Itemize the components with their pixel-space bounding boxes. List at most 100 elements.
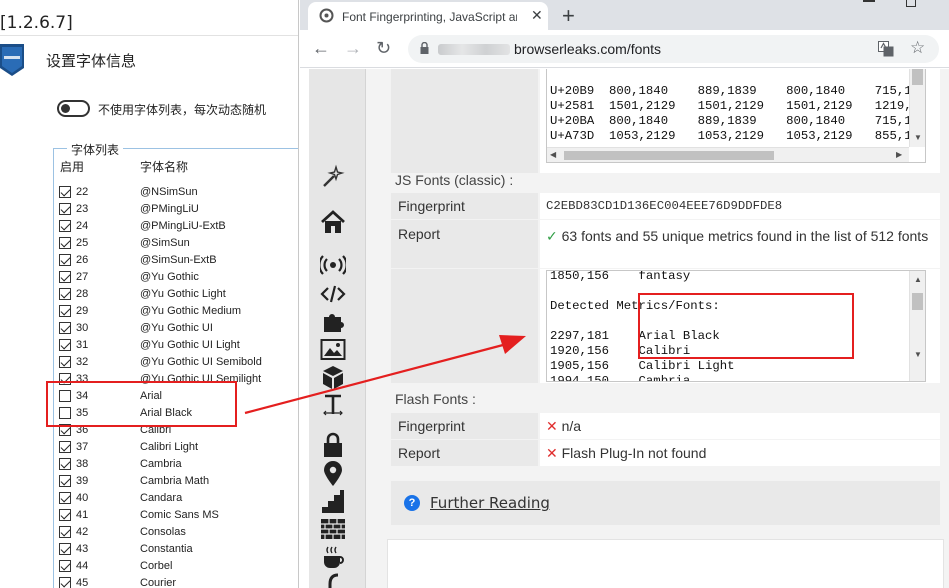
font-list-row[interactable]: 39 Cambria Math bbox=[54, 473, 298, 490]
font-list-row[interactable]: 37 Calibri Light bbox=[54, 439, 298, 456]
font-row-number: 29 bbox=[76, 305, 89, 317]
font-row-name: Cambria bbox=[140, 458, 182, 470]
font-enabled-checkbox[interactable] bbox=[59, 492, 71, 504]
scroll-down-arrow-icon[interactable]: ▼ bbox=[914, 350, 922, 359]
font-list-row[interactable]: 30 @Yu Gothic UI bbox=[54, 320, 298, 337]
font-enabled-checkbox[interactable] bbox=[59, 475, 71, 487]
font-list-row[interactable]: 42 Consolas bbox=[54, 524, 298, 541]
font-enabled-checkbox[interactable] bbox=[59, 356, 71, 368]
coffee-cup-icon[interactable] bbox=[320, 545, 346, 571]
font-enabled-checkbox[interactable] bbox=[59, 441, 71, 453]
scroll-up-arrow-icon[interactable]: ▲ bbox=[914, 275, 922, 284]
unicode-horizontal-scrollbar[interactable]: ◀ ▶ bbox=[547, 147, 909, 162]
padlock-icon[interactable] bbox=[320, 432, 346, 458]
font-list-row[interactable]: 27 @Yu Gothic bbox=[54, 269, 298, 286]
unicode-metrics-box[interactable]: U+20B9 800,1840 889,1839 800,1840 715,1 … bbox=[546, 69, 926, 163]
font-enabled-checkbox[interactable] bbox=[59, 186, 71, 198]
scrollbar-thumb[interactable] bbox=[912, 69, 923, 85]
font-list-row[interactable]: 40 Candara bbox=[54, 490, 298, 507]
blurred-url-prefix bbox=[438, 44, 510, 55]
font-enabled-checkbox[interactable] bbox=[59, 526, 71, 538]
font-row-number: 43 bbox=[76, 543, 89, 555]
font-list-row[interactable]: 23 @PMingLiU bbox=[54, 201, 298, 218]
further-reading-link[interactable]: Further Reading bbox=[430, 494, 550, 512]
font-enabled-checkbox[interactable] bbox=[59, 509, 71, 521]
tab-font-fingerprinting[interactable]: Font Fingerprinting, JavaScript and Flas… bbox=[308, 2, 548, 30]
font-list-row[interactable]: 41 Comic Sans MS bbox=[54, 507, 298, 524]
font-enabled-checkbox[interactable] bbox=[59, 322, 71, 334]
lock-icon[interactable] bbox=[420, 42, 429, 54]
scroll-left-arrow-icon[interactable]: ◀ bbox=[550, 150, 556, 159]
cross-icon: ✕ bbox=[546, 418, 558, 434]
font-enabled-checkbox[interactable] bbox=[59, 560, 71, 572]
font-list-row[interactable]: 44 Corbel bbox=[54, 558, 298, 575]
font-row-number: 39 bbox=[76, 475, 89, 487]
column-header-font-name[interactable]: 字体名称 bbox=[140, 158, 188, 175]
flash-icon[interactable] bbox=[320, 572, 346, 588]
font-enabled-checkbox[interactable] bbox=[59, 458, 71, 470]
home-icon[interactable] bbox=[320, 209, 346, 235]
maximize-window-icon[interactable] bbox=[906, 0, 916, 7]
random-font-toggle[interactable] bbox=[57, 100, 90, 117]
js-report-text: 63 fonts and 55 unique metrics found in … bbox=[561, 228, 929, 244]
magic-wand-icon[interactable] bbox=[320, 164, 346, 190]
font-enabled-checkbox[interactable] bbox=[59, 254, 71, 266]
font-list-row[interactable]: 26 @SimSun-ExtB bbox=[54, 252, 298, 269]
font-size-icon[interactable] bbox=[320, 392, 346, 418]
font-list-row[interactable]: 24 @PMingLiU-ExtB bbox=[54, 218, 298, 235]
scroll-down-arrow-icon[interactable]: ▼ bbox=[914, 133, 922, 142]
font-list-row[interactable]: 22 @NSimSun bbox=[54, 184, 298, 201]
puzzle-icon[interactable] bbox=[320, 309, 346, 335]
font-enabled-checkbox[interactable] bbox=[59, 203, 71, 215]
font-list-row[interactable]: 38 Cambria bbox=[54, 456, 298, 473]
font-row-number: 31 bbox=[76, 339, 89, 351]
font-list-row[interactable]: 45 Courier bbox=[54, 575, 298, 588]
code-icon[interactable] bbox=[320, 281, 346, 307]
back-arrow-icon[interactable]: ← bbox=[312, 38, 330, 58]
column-header-enable[interactable]: 启用 bbox=[60, 158, 84, 175]
stairs-chart-icon[interactable] bbox=[320, 489, 346, 515]
font-list-row[interactable]: 28 @Yu Gothic Light bbox=[54, 286, 298, 303]
font-row-number: 26 bbox=[76, 254, 89, 266]
font-row-number: 27 bbox=[76, 271, 89, 283]
font-row-name: Comic Sans MS bbox=[140, 509, 219, 521]
font-enabled-checkbox[interactable] bbox=[59, 305, 71, 317]
address-bar[interactable]: browserleaks.com/fonts ☆ bbox=[408, 35, 939, 63]
tab-close-icon[interactable]: ✕ bbox=[531, 7, 543, 24]
font-enabled-checkbox[interactable] bbox=[59, 577, 71, 588]
font-row-name: @Yu Gothic Medium bbox=[140, 305, 242, 317]
screenshot-root: [1.2.6.7] 设置字体信息 不使用字体列表，每次动态随机 字体列表 启用 … bbox=[0, 0, 949, 588]
reload-icon[interactable]: ↻ bbox=[376, 38, 391, 58]
check-icon: ✓ bbox=[546, 228, 558, 244]
image-icon[interactable] bbox=[320, 337, 346, 363]
font-enabled-checkbox[interactable] bbox=[59, 288, 71, 300]
scrollbar-thumb[interactable] bbox=[912, 293, 923, 310]
scroll-right-arrow-icon[interactable]: ▶ bbox=[896, 150, 902, 159]
js-fingerprint-label: Fingerprint bbox=[391, 193, 538, 219]
metrics-vertical-scrollbar[interactable]: ▲ ▼ bbox=[909, 271, 925, 381]
new-tab-icon[interactable]: + bbox=[562, 3, 575, 29]
font-list-row[interactable]: 31 @Yu Gothic UI Light bbox=[54, 337, 298, 354]
cube-icon[interactable] bbox=[320, 364, 346, 390]
font-enabled-checkbox[interactable] bbox=[59, 543, 71, 555]
font-enabled-checkbox[interactable] bbox=[59, 271, 71, 283]
forward-arrow-icon[interactable]: → bbox=[344, 38, 362, 58]
bookmark-star-icon[interactable]: ☆ bbox=[910, 38, 925, 58]
minimize-window-icon[interactable] bbox=[863, 0, 875, 2]
location-pin-icon[interactable] bbox=[320, 461, 346, 487]
font-list-row[interactable]: 29 @Yu Gothic Medium bbox=[54, 303, 298, 320]
font-enabled-checkbox[interactable] bbox=[59, 220, 71, 232]
font-list-row[interactable]: 43 Constantia bbox=[54, 541, 298, 558]
font-list-row[interactable]: 25 @SimSun bbox=[54, 235, 298, 252]
font-list-row[interactable]: 32 @Yu Gothic UI Semibold bbox=[54, 354, 298, 371]
brick-wall-icon[interactable] bbox=[320, 516, 346, 542]
broadcast-icon[interactable] bbox=[320, 252, 346, 278]
random-font-toggle-label: 不使用字体列表，每次动态随机 bbox=[98, 103, 267, 117]
font-enabled-checkbox[interactable] bbox=[59, 339, 71, 351]
unicode-vertical-scrollbar[interactable]: ▼ bbox=[909, 69, 925, 147]
font-row-number: 42 bbox=[76, 526, 89, 538]
app-top-bar: [1.2.6.7] bbox=[0, 0, 298, 36]
scrollbar-thumb[interactable] bbox=[564, 151, 774, 160]
translate-icon[interactable] bbox=[878, 41, 894, 57]
font-enabled-checkbox[interactable] bbox=[59, 237, 71, 249]
